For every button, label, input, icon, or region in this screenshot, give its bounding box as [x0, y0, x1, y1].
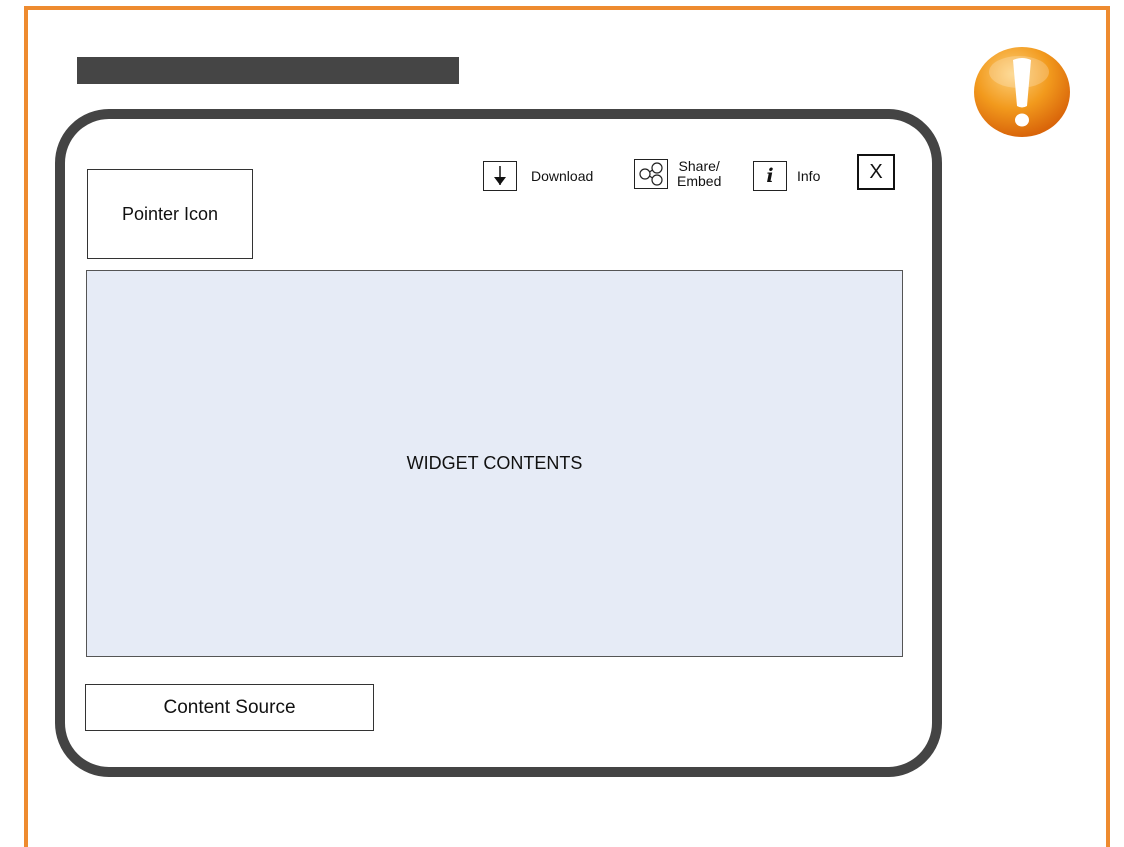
- content-source-label: Content Source: [163, 696, 296, 718]
- widget-contents-area: WIDGET CONTENTS: [86, 270, 903, 657]
- page-title-placeholder: [77, 57, 459, 84]
- download-label: Download: [531, 168, 594, 184]
- pointer-icon-label: Pointer Icon: [121, 203, 219, 224]
- content-source-link[interactable]: Content Source: [85, 684, 374, 731]
- info-label: Info: [797, 168, 821, 184]
- warning-icon: [973, 46, 1071, 138]
- pointer-icon-placeholder[interactable]: Pointer Icon: [87, 169, 253, 259]
- widget-contents-label: WIDGET CONTENTS: [406, 453, 583, 473]
- info-button[interactable]: i Info: [753, 161, 820, 191]
- share-label-line1: Share/: [678, 158, 720, 174]
- share-embed-button[interactable]: Share/ Embed: [634, 159, 721, 189]
- share-embed-label: Share/ Embed: [677, 159, 721, 189]
- close-icon: X: [869, 160, 883, 183]
- close-button[interactable]: X: [857, 154, 895, 190]
- share-label-line2: Embed: [677, 173, 722, 189]
- share-nodes-icon: [634, 159, 668, 189]
- download-arrow-icon: [483, 161, 517, 191]
- info-icon: i: [753, 161, 787, 191]
- download-button[interactable]: Download: [483, 161, 593, 191]
